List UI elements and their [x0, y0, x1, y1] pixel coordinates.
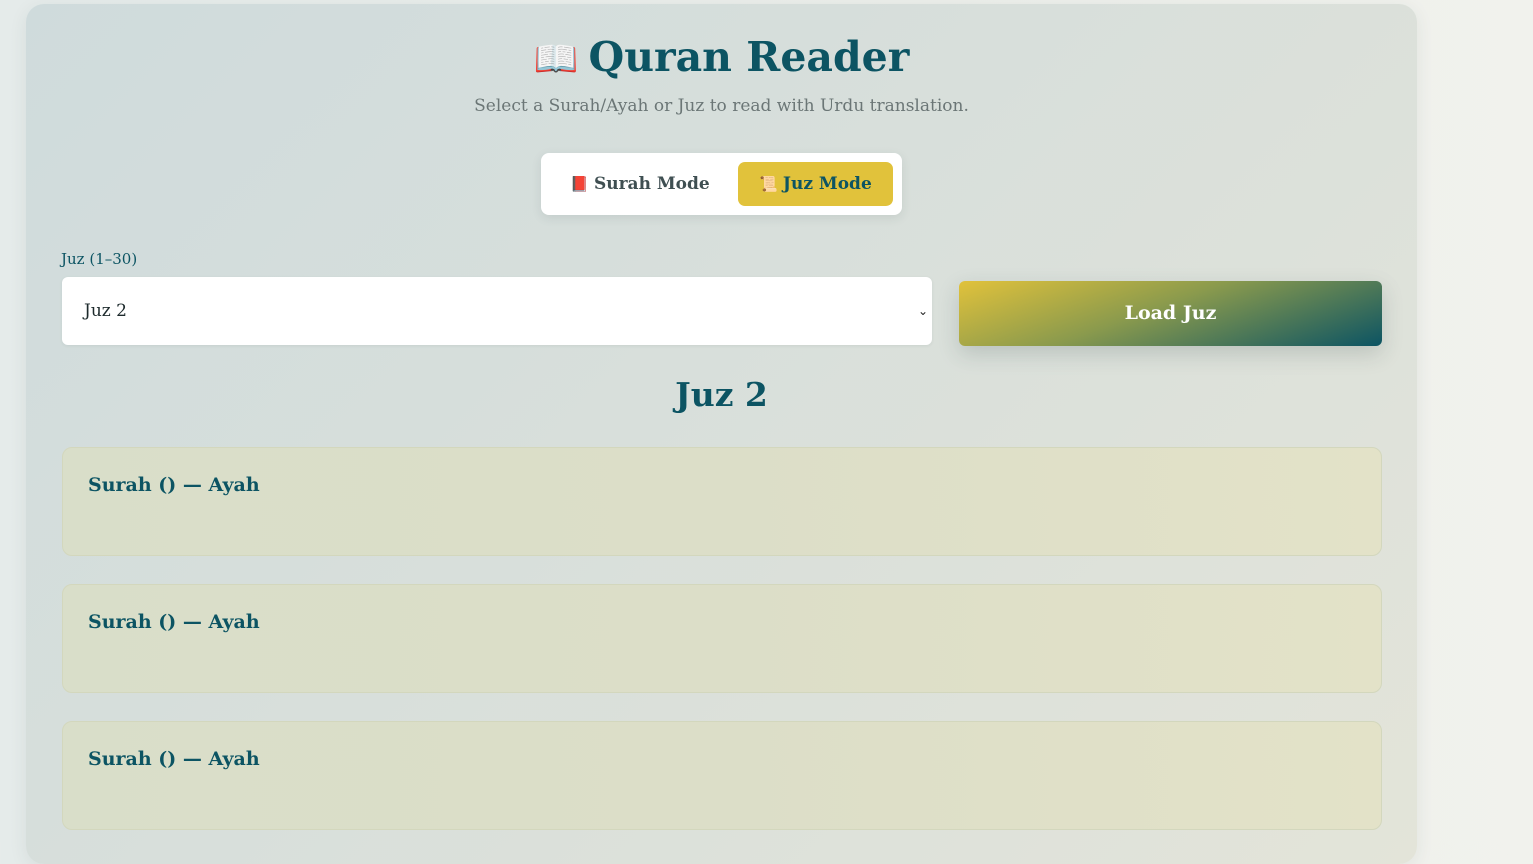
ayah-card: Surah () — Ayah: [62, 447, 1382, 556]
juz-mode-button[interactable]: 📜 Juz Mode: [738, 162, 893, 206]
reader-card: 📖 Quran Reader Select a Surah/Ayah or Juz…: [26, 4, 1417, 864]
page-title-text: Quran Reader: [588, 33, 910, 81]
juz-heading: Juz 2: [675, 375, 768, 414]
open-book-icon: 📖: [533, 38, 579, 80]
juz-select[interactable]: Juz 2 ⌄: [62, 277, 932, 345]
load-juz-button[interactable]: Load Juz: [959, 281, 1382, 346]
page-title: 📖 Quran Reader: [26, 32, 1417, 84]
mode-switch: 📕 Surah Mode 📜 Juz Mode: [541, 153, 902, 215]
chevron-down-icon: ⌄: [917, 304, 928, 318]
juz-mode-label: Juz Mode: [782, 174, 872, 194]
juz-select-value: Juz 2: [84, 301, 127, 321]
surah-mode-label: Surah Mode: [593, 174, 710, 194]
scroll-icon: 📜: [759, 175, 778, 193]
ayah-title: Surah () — Ayah: [88, 474, 260, 496]
page-subtitle: Select a Surah/Ayah or Juz to read with …: [474, 96, 969, 116]
ayah-title: Surah () — Ayah: [88, 748, 260, 770]
ayah-card: Surah () — Ayah: [62, 584, 1382, 693]
red-book-icon: 📕: [570, 175, 589, 193]
ayah-title: Surah () — Ayah: [88, 611, 260, 633]
juz-select-label: Juz (1–30): [61, 250, 138, 268]
ayah-card: Surah () — Ayah: [62, 721, 1382, 830]
surah-mode-button[interactable]: 📕 Surah Mode: [565, 162, 715, 206]
